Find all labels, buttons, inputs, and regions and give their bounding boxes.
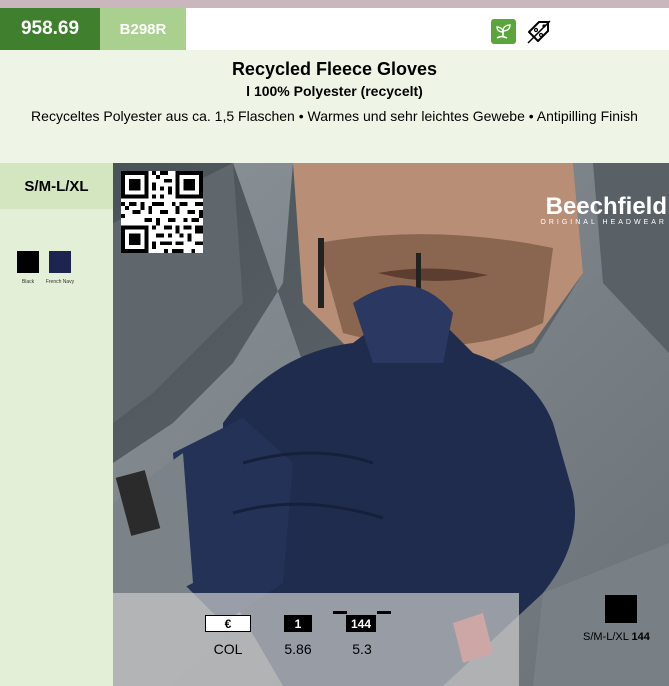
eco-plant-icon bbox=[491, 19, 516, 44]
product-material: l 100% Polyester (recycelt) bbox=[246, 83, 423, 99]
header-rule-left bbox=[333, 611, 347, 614]
product-title-box: Recycled Fleece Gloves l 100% Polyester … bbox=[0, 50, 669, 163]
carton-size: S/M-L/XL bbox=[583, 631, 629, 643]
color-swatch-black[interactable] bbox=[17, 251, 39, 273]
price-qty-1: 5.86 bbox=[284, 641, 312, 657]
price-table: € 1 144 COL 5.86 5.3 bbox=[113, 593, 519, 686]
color-swatch-french-navy[interactable] bbox=[49, 251, 71, 273]
color-label-french-navy: French Navy bbox=[45, 279, 75, 285]
header-bar: 958.69 B298R bbox=[0, 8, 669, 50]
sidebar: S/M-L/XL Black French Navy bbox=[0, 163, 113, 686]
qr-code[interactable] bbox=[121, 171, 203, 253]
discount-tag-icon bbox=[525, 18, 553, 46]
brand-name: Beechfield bbox=[545, 193, 667, 220]
product-photo: Beechfield ORIGINAL HEADWEAR € 1 144 COL… bbox=[113, 163, 669, 686]
article-number: 958.69 bbox=[0, 8, 100, 50]
brand-tagline: ORIGINAL HEADWEAR bbox=[540, 219, 667, 226]
product-description: Recyceltes Polyester aus ca. 1,5 Flasche… bbox=[31, 108, 638, 124]
qty-header-1: 1 bbox=[284, 615, 312, 632]
size-range: S/M-L/XL bbox=[0, 163, 113, 209]
qty-header-144: 144 bbox=[346, 615, 376, 632]
supplier-code: B298R bbox=[100, 8, 186, 50]
top-image-strip bbox=[0, 0, 669, 8]
product-title: Recycled Fleece Gloves bbox=[231, 59, 438, 79]
carton-qty: 144 bbox=[631, 631, 650, 643]
brand-logo: Beechfield ORIGINAL HEADWEAR bbox=[517, 193, 667, 226]
price-qty-144: 5.3 bbox=[352, 641, 372, 657]
currency-header: € bbox=[205, 615, 251, 632]
carton-box-icon bbox=[605, 595, 637, 623]
row-label-col: COL bbox=[213, 641, 243, 657]
header-rule-right bbox=[377, 611, 391, 614]
carton-info: S/M-L/XL 144 bbox=[583, 631, 650, 643]
